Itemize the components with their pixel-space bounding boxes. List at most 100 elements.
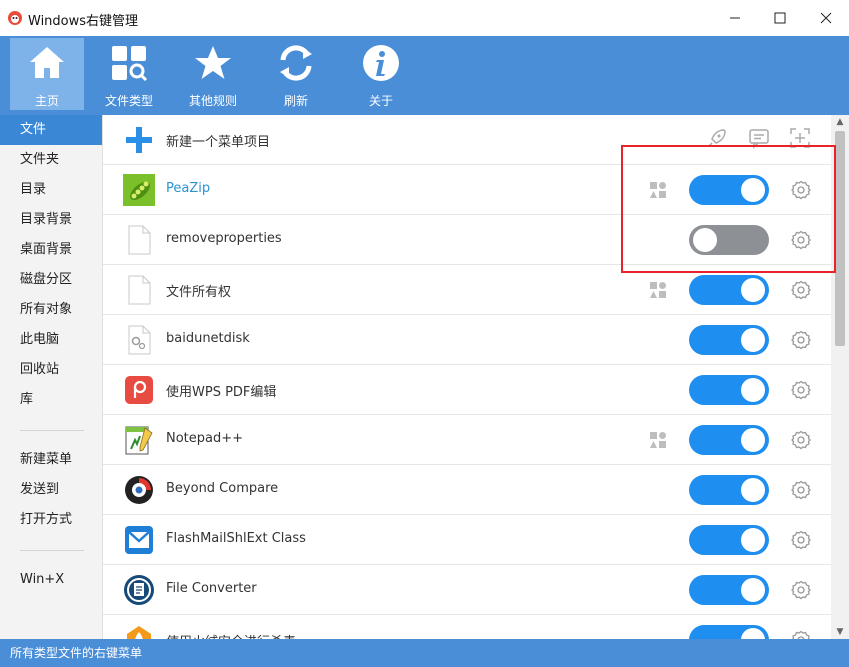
toggle-knob [741, 328, 765, 352]
title-bar: Windows右键管理 [0, 0, 849, 36]
app-logo-icon [8, 11, 22, 25]
plus-icon [126, 127, 152, 153]
new-menu-item-row[interactable]: 新建一个菜单项目 [103, 115, 831, 165]
sidebar-item-directory[interactable]: 目录 [0, 175, 102, 205]
rocket-icon[interactable] [706, 127, 728, 149]
scrollbar-thumb[interactable] [835, 131, 845, 346]
menu-item-label: File Converter [166, 581, 257, 596]
maximize-icon [774, 12, 786, 24]
sidebar-item-disk-partition[interactable]: 磁盘分区 [0, 265, 102, 295]
gear-icon[interactable] [791, 280, 811, 300]
sidebar-item-open-with[interactable]: 打开方式 [0, 505, 102, 535]
gear-icon[interactable] [791, 430, 811, 450]
enable-toggle[interactable] [689, 175, 769, 205]
sidebar-item-directory-background[interactable]: 目录背景 [0, 205, 102, 235]
minimize-button[interactable] [712, 0, 758, 36]
menu-item-row: Beyond Compare [103, 465, 831, 515]
sidebar-item-file[interactable]: 文件 [0, 115, 102, 145]
menu-item-label: removeproperties [166, 231, 282, 246]
menu-item-list: 新建一个菜单项目 PeaZip removeproperties 文件所有权 b… [103, 115, 831, 639]
menu-item-label: 使用WPS PDF编辑 [166, 385, 277, 400]
toolbar-file-types-label: 文件类型 [104, 94, 153, 108]
enable-toggle[interactable] [689, 575, 769, 605]
sidebar-item-new-menu[interactable]: 新建菜单 [0, 445, 102, 475]
toolbar-home-button[interactable]: 主页 [10, 38, 84, 110]
enable-toggle[interactable] [689, 375, 769, 405]
gear-icon[interactable] [791, 380, 811, 400]
toolbar: 主页 文件类型 其他规则 刷新 关于 [0, 36, 849, 115]
toolbar-about-button[interactable]: 关于 [344, 38, 418, 110]
close-button[interactable] [803, 0, 849, 36]
settings-file-icon [128, 325, 151, 355]
toggle-knob [741, 428, 765, 452]
enable-toggle[interactable] [689, 525, 769, 555]
new-menu-item-label: 新建一个菜单项目 [166, 135, 271, 150]
scroll-down-arrow-icon[interactable]: ▼ [831, 625, 849, 639]
peazip-icon [123, 174, 155, 206]
refresh-icon [280, 45, 312, 81]
sidebar: 文件 文件夹 目录 目录背景 桌面背景 磁盘分区 所有对象 此电脑 回收站 库 … [0, 115, 103, 639]
sidebar-item-win-x[interactable]: Win+X [0, 565, 102, 595]
enable-toggle[interactable] [689, 475, 769, 505]
enable-toggle[interactable] [689, 425, 769, 455]
sidebar-item-this-pc[interactable]: 此电脑 [0, 325, 102, 355]
toggle-knob [741, 578, 765, 602]
sidebar-divider [20, 430, 84, 431]
menu-item-label: 文件所有权 [166, 285, 232, 300]
toggle-knob [741, 528, 765, 552]
sidebar-item-desktop-background[interactable]: 桌面背景 [0, 235, 102, 265]
toolbar-refresh-label: 刷新 [283, 94, 308, 108]
sidebar-item-folder[interactable]: 文件夹 [0, 145, 102, 175]
toolbar-refresh-button[interactable]: 刷新 [259, 38, 333, 110]
toggle-knob [741, 628, 765, 639]
toggle-knob [741, 178, 765, 202]
menu-item-label: PeaZip [166, 181, 211, 196]
menu-item-row: PeaZip [103, 165, 831, 215]
menu-item-row: baidunetdisk [103, 315, 831, 365]
multi-shapes-icon[interactable] [649, 281, 667, 299]
sidebar-item-library[interactable]: 库 [0, 385, 102, 415]
menu-item-row: File Converter [103, 565, 831, 615]
menu-item-label: FlashMailShlExt Class [166, 531, 306, 546]
add-scan-icon[interactable] [789, 127, 811, 149]
sidebar-item-recycle-bin[interactable]: 回收站 [0, 355, 102, 385]
toolbar-home-label: 主页 [34, 94, 59, 108]
enable-toggle[interactable] [689, 225, 769, 255]
menu-item-row: FlashMailShlExt Class [103, 515, 831, 565]
gear-icon[interactable] [791, 630, 811, 639]
flashmail-icon [125, 526, 153, 554]
comment-icon[interactable] [748, 127, 770, 149]
multi-shapes-icon[interactable] [649, 431, 667, 449]
toggle-knob [741, 278, 765, 302]
sidebar-divider [20, 550, 84, 551]
menu-item-label: Beyond Compare [166, 481, 279, 496]
menu-item-row: removeproperties [103, 215, 831, 265]
close-icon [820, 12, 832, 24]
toolbar-file-types-button[interactable]: 文件类型 [92, 38, 166, 110]
gear-icon[interactable] [791, 530, 811, 550]
status-bar: 所有类型文件的右键菜单 [0, 639, 849, 667]
sidebar-item-send-to[interactable]: 发送到 [0, 475, 102, 505]
enable-toggle[interactable] [689, 325, 769, 355]
menu-item-label: baidunetdisk [166, 331, 250, 346]
blank-file-icon [128, 225, 151, 255]
file-types-icon [112, 46, 148, 82]
gear-icon[interactable] [791, 480, 811, 500]
sidebar-item-all-objects[interactable]: 所有对象 [0, 295, 102, 325]
info-icon [363, 45, 399, 81]
gear-icon[interactable] [791, 180, 811, 200]
home-icon [30, 47, 64, 78]
toolbar-other-rules-button[interactable]: 其他规则 [176, 38, 250, 110]
vertical-scrollbar[interactable]: ▲ ▼ [831, 115, 849, 639]
gear-icon[interactable] [791, 330, 811, 350]
maximize-button[interactable] [757, 0, 803, 36]
toggle-knob [693, 228, 717, 252]
gear-icon[interactable] [791, 230, 811, 250]
gear-icon[interactable] [791, 580, 811, 600]
scroll-up-arrow-icon[interactable]: ▲ [831, 115, 849, 129]
enable-toggle[interactable] [689, 625, 769, 639]
menu-item-label: 使用火绒安全进行杀毒 [166, 631, 296, 639]
huorong-icon [127, 626, 151, 639]
enable-toggle[interactable] [689, 275, 769, 305]
multi-shapes-icon[interactable] [649, 181, 667, 199]
